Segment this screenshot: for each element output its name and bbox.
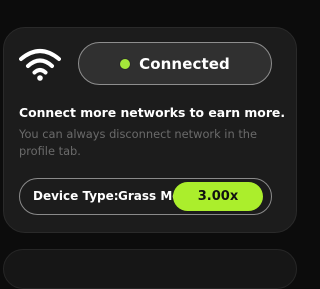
status-label: Connected (139, 54, 230, 73)
status-dot-icon (120, 58, 131, 69)
disconnect-hint: You can always disconnect network in the… (19, 127, 258, 158)
multiplier-badge: 3.00x (173, 182, 263, 211)
wifi-icon (19, 49, 61, 81)
connection-status-button[interactable]: Connected (78, 42, 272, 85)
device-type-pill: Device Type: Grass Mobile 3.00x (19, 178, 272, 215)
next-card (3, 249, 297, 289)
earn-more-heading: Connect more networks to earn more. (19, 105, 286, 120)
device-type-label: Device Type: (33, 189, 119, 203)
